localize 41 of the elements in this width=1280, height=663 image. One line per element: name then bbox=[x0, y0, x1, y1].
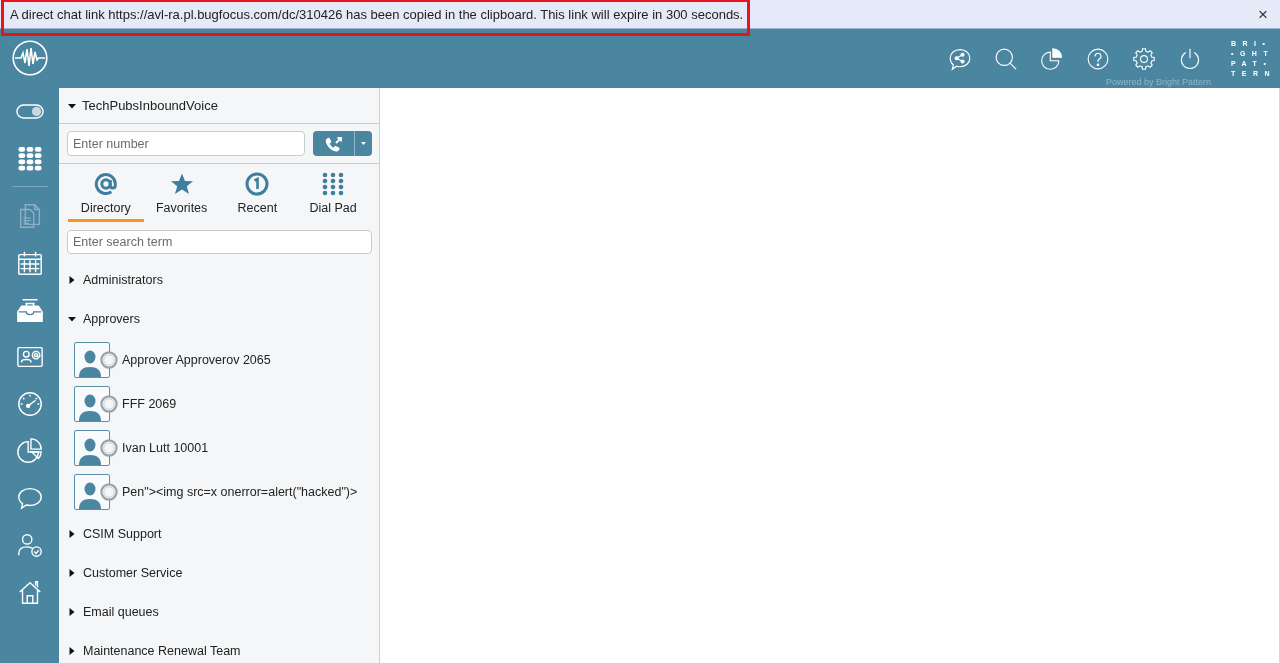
call-button[interactable] bbox=[313, 131, 354, 156]
gauge-icon[interactable] bbox=[15, 389, 44, 418]
circled-one-icon bbox=[245, 172, 270, 196]
help-icon[interactable] bbox=[1085, 47, 1110, 71]
caret-down-icon bbox=[361, 141, 366, 146]
star-icon bbox=[169, 172, 194, 196]
search-icon[interactable] bbox=[993, 47, 1018, 71]
directory-group[interactable]: Customer Service bbox=[59, 553, 379, 592]
directory-group[interactable]: Approvers bbox=[59, 299, 379, 338]
directory-group[interactable]: CSIM Support bbox=[59, 514, 379, 553]
directory-tab[interactable]: Directory bbox=[68, 164, 144, 222]
directory-tab[interactable]: Dial Pad bbox=[295, 164, 371, 222]
directory-group[interactable]: Maintenance Renewal Team bbox=[59, 631, 379, 663]
toggle-switch-icon[interactable] bbox=[15, 104, 44, 119]
powered-by-text: Powered by Bright Pattern bbox=[1105, 77, 1211, 87]
waveform-logo-icon[interactable] bbox=[12, 40, 48, 76]
close-button[interactable]: × bbox=[1256, 5, 1270, 23]
contact-item[interactable]: FFF 2069 bbox=[59, 382, 379, 426]
directory-group[interactable]: Email queues bbox=[59, 592, 379, 631]
contact-item[interactable]: Approver Approverov 2065 bbox=[59, 338, 379, 382]
contact-item[interactable]: Ivan Lutt 10001 bbox=[59, 426, 379, 470]
avatar-icon bbox=[74, 386, 110, 422]
phone-icon bbox=[323, 134, 344, 153]
search-field[interactable]: Enter search term bbox=[67, 230, 372, 254]
settings-icon[interactable] bbox=[1131, 47, 1156, 71]
directory-group[interactable]: Administrators bbox=[59, 260, 379, 299]
dial-pad-icon bbox=[321, 172, 346, 196]
grid-icon[interactable] bbox=[17, 146, 42, 171]
at-sign-icon bbox=[93, 172, 118, 196]
pie-chart-icon[interactable] bbox=[1039, 47, 1064, 71]
pie-chart-icon[interactable] bbox=[15, 436, 44, 465]
chat-share-icon[interactable] bbox=[947, 47, 972, 71]
directory-tab[interactable]: Favorites bbox=[143, 164, 220, 222]
number-input[interactable]: Enter number bbox=[67, 131, 305, 156]
directory-tab[interactable]: Recent bbox=[219, 164, 296, 222]
call-options-button[interactable] bbox=[354, 131, 372, 156]
service-selector[interactable]: TechPubsInboundVoice bbox=[59, 88, 379, 124]
avatar-icon bbox=[74, 342, 110, 378]
contact-item[interactable]: Pen"><img src=x onerror=alert("hacked")> bbox=[59, 470, 379, 514]
avatar-icon bbox=[74, 430, 110, 466]
avatar-icon bbox=[74, 474, 110, 510]
